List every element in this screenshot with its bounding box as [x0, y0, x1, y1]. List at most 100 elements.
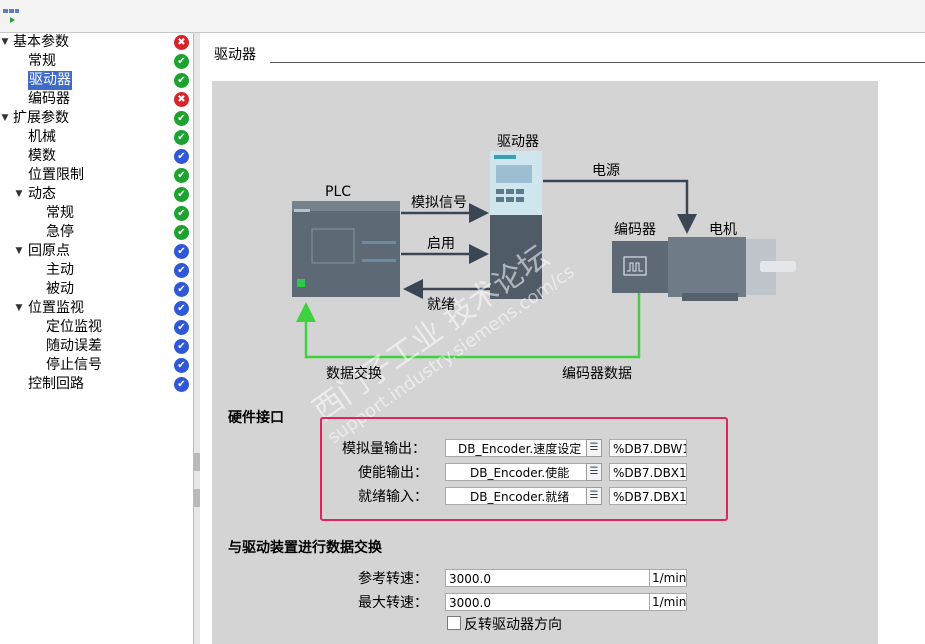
max-speed-unit: 1/min [649, 593, 687, 611]
tree-item-label: 位置监视 [28, 300, 84, 316]
enable-output-address: %DB7.DBX16. [609, 463, 687, 481]
data-exchange-label: 数据交换 [326, 366, 382, 382]
tree-item-label: 模数 [28, 148, 56, 164]
tree-item[interactable]: 主动 ✔ [0, 261, 193, 280]
ok-status-icon: ✔ [174, 111, 189, 126]
info-status-icon: ✔ [174, 377, 189, 392]
expand-toggle-icon[interactable]: ▼ [0, 109, 10, 128]
toolbar [0, 0, 925, 33]
tree-item-label: 基本参数 [13, 34, 69, 50]
expand-toggle-icon[interactable]: ▼ [0, 33, 10, 52]
analog-output-label: 模拟量输出： [342, 441, 426, 457]
reference-speed-label: 参考转速： [358, 571, 428, 587]
section-title: 驱动器 [214, 47, 256, 63]
ok-status-icon: ✔ [174, 187, 189, 202]
tree-item-label: 动态 [28, 186, 56, 202]
ok-status-icon: ✔ [174, 168, 189, 183]
tree-item-label: 随动误差 [46, 338, 102, 354]
reference-speed-input[interactable]: 3000.0 [445, 569, 650, 587]
tree-item[interactable]: 随动误差 ✔ [0, 337, 193, 356]
ready-input-label: 就绪输入： [358, 489, 428, 505]
tree-item[interactable]: ▼ 位置监视 ✔ [0, 299, 193, 318]
info-status-icon: ✔ [174, 358, 189, 373]
hardware-interface-title: 硬件接口 [228, 410, 284, 426]
error-status-icon: ✖ [174, 92, 189, 107]
tree-item[interactable]: 常规 ✔ [0, 52, 193, 71]
tree-item-label: 急停 [46, 224, 74, 240]
tree-item[interactable]: 常规 ✔ [0, 204, 193, 223]
enable-output-field[interactable]: DB_Encoder.使能 [445, 463, 587, 481]
browse-icon[interactable]: ☰ [586, 439, 602, 457]
info-status-icon: ✔ [174, 263, 189, 278]
enable-label: 启用 [427, 236, 455, 252]
analog-signal-label: 模拟信号 [411, 195, 467, 211]
ready-input-field[interactable]: DB_Encoder.就绪 [445, 487, 587, 505]
content-area: 驱动器 西门子工业 技术论坛 support.industry.siemens.… [200, 33, 925, 644]
tree-item-label: 位置限制 [28, 167, 84, 183]
ok-status-icon: ✔ [174, 225, 189, 240]
tree-item[interactable]: 编码器 ✖ [0, 90, 193, 109]
expand-toggle-icon[interactable]: ▼ [14, 299, 24, 318]
section-divider [270, 62, 925, 63]
ok-status-icon: ✔ [174, 206, 189, 221]
info-status-icon: ✔ [174, 320, 189, 335]
tree-item-label: 常规 [28, 53, 56, 69]
info-status-icon: ✔ [174, 301, 189, 316]
tree-item[interactable]: 控制回路 ✔ [0, 375, 193, 394]
drive-config-panel: 西门子工业 技术论坛 support.industry.siemens.com/… [212, 81, 878, 644]
tree-item[interactable]: 模数 ✔ [0, 147, 193, 166]
ok-status-icon: ✔ [174, 73, 189, 88]
info-status-icon: ✔ [174, 149, 189, 164]
plc-label: PLC [325, 184, 352, 200]
max-speed-input[interactable]: 3000.0 [445, 593, 650, 611]
drive-label: 驱动器 [497, 134, 539, 150]
info-status-icon: ✔ [174, 282, 189, 297]
tree-item[interactable]: ▼ 回原点 ✔ [0, 242, 193, 261]
browse-icon[interactable]: ☰ [586, 487, 602, 505]
tree-item-label: 驱动器 [28, 71, 72, 90]
tree-item-label: 被动 [46, 281, 74, 297]
tree-item[interactable]: ▼ 扩展参数 ✔ [0, 109, 193, 128]
invert-direction-checkbox[interactable] [447, 616, 461, 630]
tree-item[interactable]: 位置限制 ✔ [0, 166, 193, 185]
ready-input-address: %DB7.DBX16. [609, 487, 687, 505]
tree-item[interactable]: ▼ 动态 ✔ [0, 185, 193, 204]
tree-item[interactable]: 停止信号 ✔ [0, 356, 193, 375]
reference-speed-unit: 1/min [649, 569, 687, 587]
tree-item-label: 控制回路 [28, 376, 84, 392]
ok-status-icon: ✔ [174, 54, 189, 69]
tree-item-label: 常规 [46, 205, 74, 221]
tree-item[interactable]: 驱动器 ✔ [0, 71, 193, 90]
analog-output-field[interactable]: DB_Encoder.速度设定 [445, 439, 587, 457]
tree-item-label: 定位监视 [46, 319, 102, 335]
encoder-data-label: 编码器数据 [562, 366, 632, 382]
tree-item[interactable]: 定位监视 ✔ [0, 318, 193, 337]
error-status-icon: ✖ [174, 35, 189, 50]
encoder-label: 编码器 [614, 222, 656, 238]
browse-icon[interactable]: ☰ [586, 463, 602, 481]
tree-item-label: 扩展参数 [13, 110, 69, 126]
tree-item[interactable]: 急停 ✔ [0, 223, 193, 242]
tree-item[interactable]: ▼ 基本参数 ✖ [0, 33, 193, 52]
plc-module [292, 201, 400, 297]
ok-status-icon: ✔ [174, 130, 189, 145]
data-exchange-title: 与驱动装置进行数据交换 [228, 540, 382, 556]
expand-toggle-icon[interactable]: ▼ [14, 185, 24, 204]
tree-item-label: 机械 [28, 129, 56, 145]
tree-item-label: 编码器 [28, 91, 70, 107]
enable-output-label: 使能输出： [358, 465, 428, 481]
drive-diagram [292, 151, 796, 359]
tree-item[interactable]: 被动 ✔ [0, 280, 193, 299]
max-speed-label: 最大转速： [358, 595, 428, 611]
tree-item-label: 主动 [46, 262, 74, 278]
project-view-icon[interactable] [2, 6, 20, 26]
ready-label: 就绪 [427, 297, 455, 313]
info-status-icon: ✔ [174, 339, 189, 354]
expand-toggle-icon[interactable]: ▼ [14, 242, 24, 261]
motor-label: 电机 [709, 222, 737, 238]
analog-output-address: %DB7.DBW18 [609, 439, 687, 457]
power-label: 电源 [592, 163, 620, 179]
tree-item[interactable]: 机械 ✔ [0, 128, 193, 147]
navigation-tree: ▼ 基本参数 ✖ 常规 ✔ 驱动器 ✔ 编码器 ✖ ▼ 扩展参数 ✔ 机械 ✔ 模数 ✔ 位置限制 ✔ ▼ 动态 ✔ 常规… [0, 33, 193, 644]
tree-item-label: 停止信号 [46, 357, 102, 373]
